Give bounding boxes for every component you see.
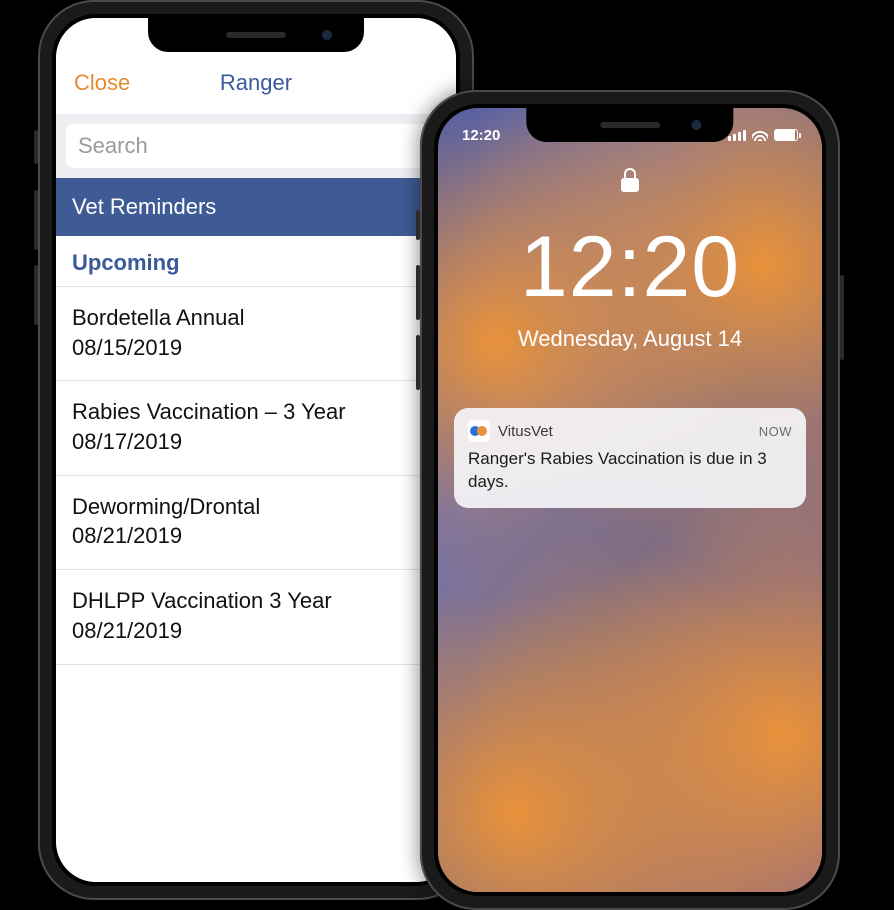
- notification-app-icon: [468, 420, 490, 442]
- volume-up-button: [34, 190, 38, 250]
- list-item[interactable]: Deworming/Drontal 08/21/2019: [56, 476, 456, 570]
- phone-frame-app: Close Ranger Search Vet Reminders Upcomi…: [38, 0, 474, 900]
- search-input[interactable]: Search: [66, 124, 446, 168]
- reminder-date: 08/21/2019: [72, 616, 440, 646]
- reminder-title: DHLPP Vaccination 3 Year: [72, 586, 440, 616]
- notification-timestamp: NOW: [759, 424, 792, 439]
- list-item[interactable]: DHLPP Vaccination 3 Year 08/21/2019: [56, 570, 456, 664]
- lock-screen: 12:20 12:20 Wednesday, August 14: [438, 108, 822, 892]
- list-item[interactable]: Rabies Vaccination – 3 Year 08/17/2019: [56, 381, 456, 475]
- lock-date: Wednesday, August 14: [438, 326, 822, 352]
- search-bar-container: Search: [56, 114, 456, 178]
- front-camera-icon: [692, 120, 702, 130]
- phone-frame-lockscreen: 12:20 12:20 Wednesday, August 14: [420, 90, 840, 910]
- reminder-date: 08/17/2019: [72, 427, 440, 457]
- phone-notch: [526, 108, 733, 142]
- notification-card[interactable]: VitusVet NOW Ranger's Rabies Vaccination…: [454, 408, 806, 508]
- volume-up-button: [416, 265, 420, 320]
- wifi-icon: [752, 129, 768, 141]
- phone-notch: [148, 18, 364, 52]
- battery-icon: [774, 129, 798, 141]
- volume-down-button: [416, 335, 420, 390]
- notification-body: Ranger's Rabies Vaccination is due in 3 …: [468, 448, 792, 494]
- reminder-title: Deworming/Drontal: [72, 492, 440, 522]
- mute-switch: [34, 130, 38, 164]
- volume-down-button: [34, 265, 38, 325]
- reminder-date: 08/15/2019: [72, 333, 440, 363]
- upcoming-heading: Upcoming: [56, 236, 456, 287]
- list-item[interactable]: Bordetella Annual 08/15/2019: [56, 287, 456, 381]
- section-header-vet-reminders: Vet Reminders: [56, 178, 456, 236]
- mute-switch: [416, 210, 420, 240]
- page-title: Ranger: [56, 70, 456, 96]
- status-time: 12:20: [462, 127, 500, 144]
- front-camera-icon: [322, 30, 332, 40]
- lock-clock: 12:20: [438, 218, 822, 317]
- lock-icon: [621, 168, 639, 192]
- reminder-title: Bordetella Annual: [72, 303, 440, 333]
- speaker-icon: [600, 122, 660, 128]
- search-placeholder: Search: [78, 133, 148, 159]
- reminder-date: 08/21/2019: [72, 521, 440, 551]
- reminders-screen: Close Ranger Search Vet Reminders Upcomi…: [56, 18, 456, 882]
- speaker-icon: [226, 32, 286, 38]
- reminder-title: Rabies Vaccination – 3 Year: [72, 397, 440, 427]
- power-button: [840, 275, 844, 360]
- notification-app-name: VitusVet: [498, 423, 553, 440]
